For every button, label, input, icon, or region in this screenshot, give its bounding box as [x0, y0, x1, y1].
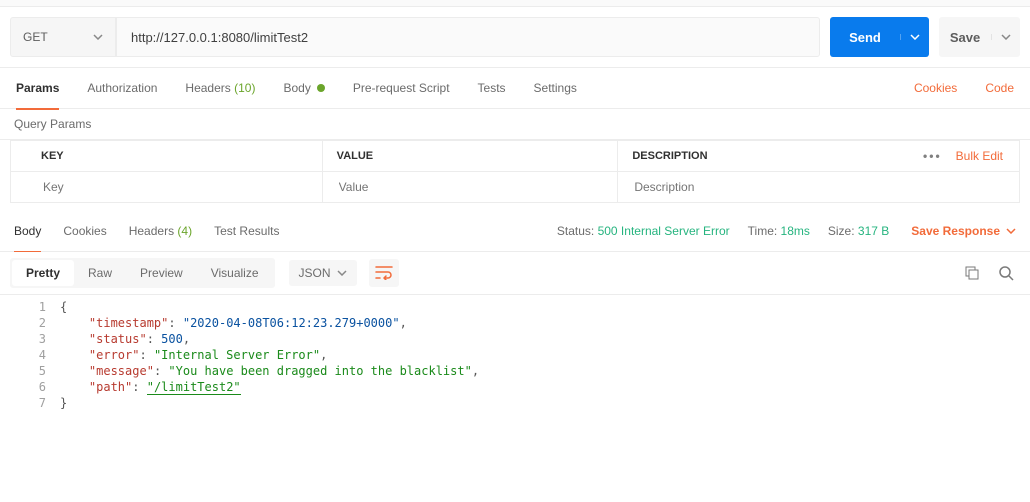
resp-tab-tests[interactable]: Test Results [214, 211, 279, 251]
save-options-button[interactable] [991, 34, 1020, 40]
tab-headers[interactable]: Headers (10) [185, 68, 255, 108]
resp-tab-cookies[interactable]: Cookies [63, 211, 106, 251]
param-key-input[interactable] [41, 179, 308, 195]
param-desc-input[interactable] [632, 179, 899, 195]
col-key: KEY [11, 141, 323, 171]
status-meta: Status: 500 Internal Server Error [557, 224, 730, 238]
tab-tests[interactable]: Tests [478, 68, 506, 108]
params-header-row: KEY VALUE DESCRIPTION ••• Bulk Edit [11, 140, 1019, 171]
resp-tab-body[interactable]: Body [14, 211, 41, 253]
body-view-toggle: Pretty Raw Preview Visualize [10, 258, 275, 288]
response-body[interactable]: 1234567 { "timestamp": "2020-04-08T06:12… [0, 295, 1030, 502]
col-desc: DESCRIPTION [618, 141, 913, 171]
view-visualize[interactable]: Visualize [197, 260, 273, 286]
tab-prerequest[interactable]: Pre-request Script [353, 68, 450, 108]
resp-tab-headers[interactable]: Headers (4) [129, 211, 192, 251]
copy-icon [965, 266, 979, 280]
save-response-button[interactable]: Save Response [911, 224, 1016, 238]
format-select[interactable]: JSON [289, 260, 357, 286]
col-value: VALUE [323, 141, 619, 171]
http-method-select[interactable]: GET [10, 17, 116, 57]
view-preview[interactable]: Preview [126, 260, 197, 286]
chevron-down-icon [1006, 228, 1016, 234]
cookies-link[interactable]: Cookies [914, 81, 957, 95]
chevron-down-icon [337, 270, 347, 276]
search-icon [998, 265, 1014, 281]
tab-authorization[interactable]: Authorization [87, 68, 157, 108]
url-input[interactable] [116, 17, 820, 57]
chevron-down-icon [910, 34, 920, 40]
more-columns-button[interactable]: ••• [923, 149, 942, 163]
size-meta: Size: 317 B [828, 224, 889, 238]
tab-settings[interactable]: Settings [534, 68, 577, 108]
http-method-label: GET [23, 30, 48, 44]
tab-body[interactable]: Body [283, 68, 324, 108]
send-label: Send [830, 30, 900, 45]
line-gutter: 1234567 [0, 299, 60, 498]
body-indicator-dot-icon [317, 84, 325, 92]
send-options-button[interactable] [900, 34, 929, 40]
chevron-down-icon [93, 34, 103, 40]
view-raw[interactable]: Raw [74, 260, 126, 286]
save-button[interactable]: Save [939, 17, 1020, 57]
save-label: Save [939, 30, 991, 45]
wrap-line-button[interactable] [369, 259, 399, 287]
code-link[interactable]: Code [985, 81, 1014, 95]
bulk-edit-link[interactable]: Bulk Edit [956, 149, 1003, 163]
json-code: { "timestamp": "2020-04-08T06:12:23.279+… [60, 299, 1030, 498]
query-params-title: Query Params [0, 109, 1030, 140]
params-row [11, 171, 1019, 202]
send-button[interactable]: Send [830, 17, 929, 57]
search-body-button[interactable] [992, 259, 1020, 287]
tab-params[interactable]: Params [16, 68, 59, 110]
headers-count: (10) [234, 81, 255, 95]
time-meta: Time: 18ms [748, 224, 810, 238]
param-value-input[interactable] [337, 179, 604, 195]
resp-headers-count: (4) [177, 224, 192, 238]
chevron-down-icon [1001, 34, 1011, 40]
copy-button[interactable] [958, 259, 986, 287]
view-pretty[interactable]: Pretty [12, 260, 74, 286]
wrap-icon [375, 266, 393, 280]
